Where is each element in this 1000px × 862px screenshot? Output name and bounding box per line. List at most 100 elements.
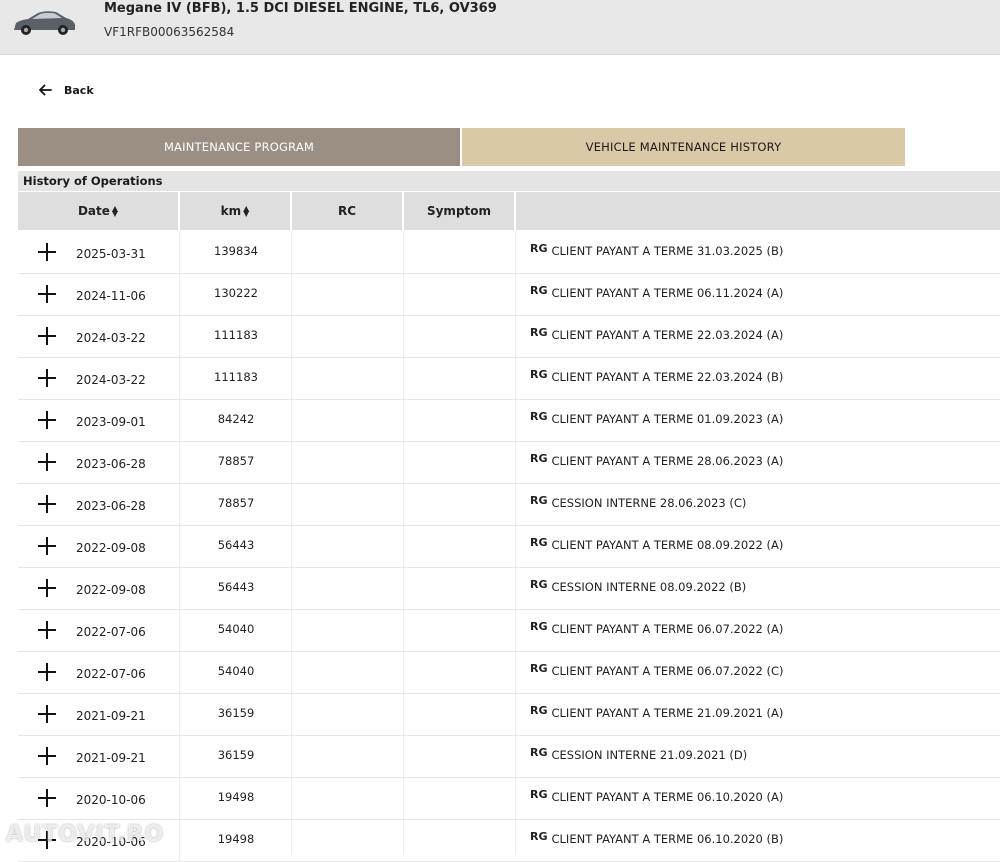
row-km: 19498: [217, 790, 255, 804]
expand-plus-icon[interactable]: [38, 705, 56, 723]
table-header: Date ▲ ▼ km ▲ ▼ RC Symptom: [18, 192, 1000, 230]
vehicle-vin: VF1RFB00063562584: [104, 25, 235, 39]
rg-badge: RG: [530, 788, 548, 801]
table-row: 2024-11-06 130222 RG CLIENT PAYANT A TERM…: [18, 274, 1000, 316]
expand-plus-icon[interactable]: [38, 747, 56, 765]
table-row: 2023-06-28 78857 RG CESSION INTERNE 28.06…: [18, 484, 1000, 526]
table-row: 2022-09-08 56443 RG CLIENT PAYANT A TERME…: [18, 526, 1000, 568]
row-description-text: CLIENT PAYANT A TERME 22.03.2024 (A): [551, 328, 784, 342]
row-description-text: CLIENT PAYANT A TERME 21.09.2021 (A): [551, 706, 784, 720]
row-description: RG CLIENT PAYANT A TERME 06.07.2022 (A): [530, 620, 784, 636]
expand-plus-icon[interactable]: [38, 663, 56, 681]
row-description-text: CESSION INTERNE 08.09.2022 (B): [551, 580, 747, 594]
row-description-text: CESSION INTERNE 21.09.2021 (D): [551, 748, 748, 762]
row-description: RG CESSION INTERNE 08.09.2022 (B): [530, 578, 747, 594]
row-description: RG CESSION INTERNE 28.06.2023 (C): [530, 494, 746, 510]
watermark: AUTOVIT.RO: [6, 822, 165, 847]
rg-badge: RG: [530, 284, 548, 297]
back-button[interactable]: Back: [38, 83, 94, 97]
table-row: 2023-06-28 78857 RG CLIENT PAYANT A TERME…: [18, 442, 1000, 484]
table-row: 2020-10-06 19498 RG CLIENT PAYANT A TERME…: [18, 778, 1000, 820]
column-date[interactable]: Date ▲ ▼: [18, 192, 178, 230]
rg-badge: RG: [530, 410, 548, 423]
row-description: RG CLIENT PAYANT A TERME 06.11.2024 (A): [530, 284, 784, 300]
row-description-text: CLIENT PAYANT A TERME 06.07.2022 (C): [551, 664, 784, 678]
row-description-text: CLIENT PAYANT A TERME 22.03.2024 (B): [551, 370, 784, 384]
table-row: 2022-07-06 54040 RG CLIENT PAYANT A TERME…: [18, 652, 1000, 694]
row-date: 2024-03-22: [76, 331, 146, 345]
row-km: 111183: [214, 370, 258, 384]
row-km: 130222: [214, 286, 258, 300]
row-km: 84242: [217, 412, 255, 426]
row-description: RG CLIENT PAYANT A TERME 28.06.2023 (A): [530, 452, 784, 468]
rg-badge: RG: [530, 704, 548, 717]
row-description: RG CLIENT PAYANT A TERME 01.09.2023 (A): [530, 410, 784, 426]
column-km-label: km: [220, 204, 242, 218]
row-date: 2023-06-28: [76, 499, 146, 513]
row-description: RG CLIENT PAYANT A TERME 06.10.2020 (B): [530, 830, 783, 846]
row-description-text: CLIENT PAYANT A TERME 01.09.2023 (A): [551, 412, 784, 426]
tab-vehicle-maintenance-history[interactable]: VEHICLE MAINTENANCE HISTORY: [462, 128, 905, 166]
row-km: 54040: [217, 664, 255, 678]
table-row: 2022-07-06 54040 RG CLIENT PAYANT A TERME…: [18, 610, 1000, 652]
row-km: 56443: [217, 580, 255, 594]
row-date: 2024-11-06: [76, 289, 146, 303]
row-km: 78857: [217, 454, 255, 468]
column-date-label: Date: [77, 204, 110, 218]
row-description-text: CLIENT PAYANT A TERME 08.09.2022 (A): [551, 538, 784, 552]
table-row: 2021-09-21 36159 RG CLIENT PAYANT A TERME…: [18, 694, 1000, 736]
table-row: 2025-03-31 139834 RG CLIENT PAYANT A TERM…: [18, 232, 1000, 274]
expand-plus-icon[interactable]: [38, 285, 56, 303]
column-description: [516, 192, 1000, 230]
expand-plus-icon[interactable]: [38, 789, 56, 807]
row-description-text: CLIENT PAYANT A TERME 06.11.2024 (A): [551, 286, 784, 300]
car-icon: [14, 11, 75, 35]
rg-badge: RG: [530, 326, 548, 339]
vehicle-header: Megane IV (BFB), 1.5 DCI DIESEL ENGINE, …: [0, 0, 1000, 55]
expand-plus-icon[interactable]: [38, 243, 56, 261]
expand-plus-icon[interactable]: [38, 453, 56, 471]
tab-maintenance-program[interactable]: MAINTENANCE PROGRAM: [18, 128, 460, 166]
row-description: RG CLIENT PAYANT A TERME 06.10.2020 (A): [530, 788, 784, 804]
table-row: 2023-09-01 84242 RG CLIENT PAYANT A TERME…: [18, 400, 1000, 442]
row-description: RG CLIENT PAYANT A TERME 21.09.2021 (A): [530, 704, 784, 720]
expand-plus-icon[interactable]: [38, 411, 56, 429]
row-km: 56443: [217, 538, 255, 552]
rg-badge: RG: [530, 452, 548, 465]
column-symptom-label: Symptom: [426, 204, 492, 218]
row-description: RG CLIENT PAYANT A TERME 08.09.2022 (A): [530, 536, 784, 552]
row-description-text: CLIENT PAYANT A TERME 06.10.2020 (A): [551, 790, 784, 804]
row-description: RG CLIENT PAYANT A TERME 22.03.2024 (A): [530, 326, 784, 342]
table-row: 2022-09-08 56443 RG CESSION INTERNE 08.09…: [18, 568, 1000, 610]
expand-plus-icon[interactable]: [38, 579, 56, 597]
row-km: 36159: [217, 748, 255, 762]
row-description: RG CESSION INTERNE 21.09.2021 (D): [530, 746, 748, 762]
table-row: 2021-09-21 36159 RG CESSION INTERNE 21.09…: [18, 736, 1000, 778]
column-km[interactable]: km ▲ ▼: [180, 192, 290, 230]
row-date: 2023-06-28: [76, 457, 146, 471]
row-km: 54040: [217, 622, 255, 636]
back-label: Back: [64, 83, 94, 97]
row-km: 111183: [214, 328, 258, 342]
row-date: 2022-07-06: [76, 667, 146, 681]
column-symptom: Symptom: [404, 192, 514, 230]
row-date: 2022-09-08: [76, 541, 146, 555]
row-description-text: CLIENT PAYANT A TERME 28.06.2023 (A): [551, 454, 784, 468]
row-description: RG CLIENT PAYANT A TERME 22.03.2024 (B): [530, 368, 784, 384]
row-date: 2021-09-21: [76, 751, 146, 765]
expand-plus-icon[interactable]: [38, 537, 56, 555]
expand-plus-icon[interactable]: [38, 327, 56, 345]
rg-badge: RG: [530, 662, 548, 675]
arrow-left-icon: [39, 84, 52, 96]
rg-badge: RG: [530, 620, 548, 633]
expand-plus-icon[interactable]: [38, 621, 56, 639]
row-km: 36159: [217, 706, 255, 720]
expand-plus-icon[interactable]: [38, 495, 56, 513]
row-km: 19498: [217, 832, 255, 846]
expand-plus-icon[interactable]: [38, 369, 56, 387]
row-date: 2020-10-06: [76, 793, 146, 807]
rg-badge: RG: [530, 242, 548, 255]
row-date: 2024-03-22: [76, 373, 146, 387]
table-row: 2024-03-22 111183 RG CLIENT PAYANT A TERM…: [18, 316, 1000, 358]
row-description-text: CLIENT PAYANT A TERME 06.07.2022 (A): [551, 622, 784, 636]
